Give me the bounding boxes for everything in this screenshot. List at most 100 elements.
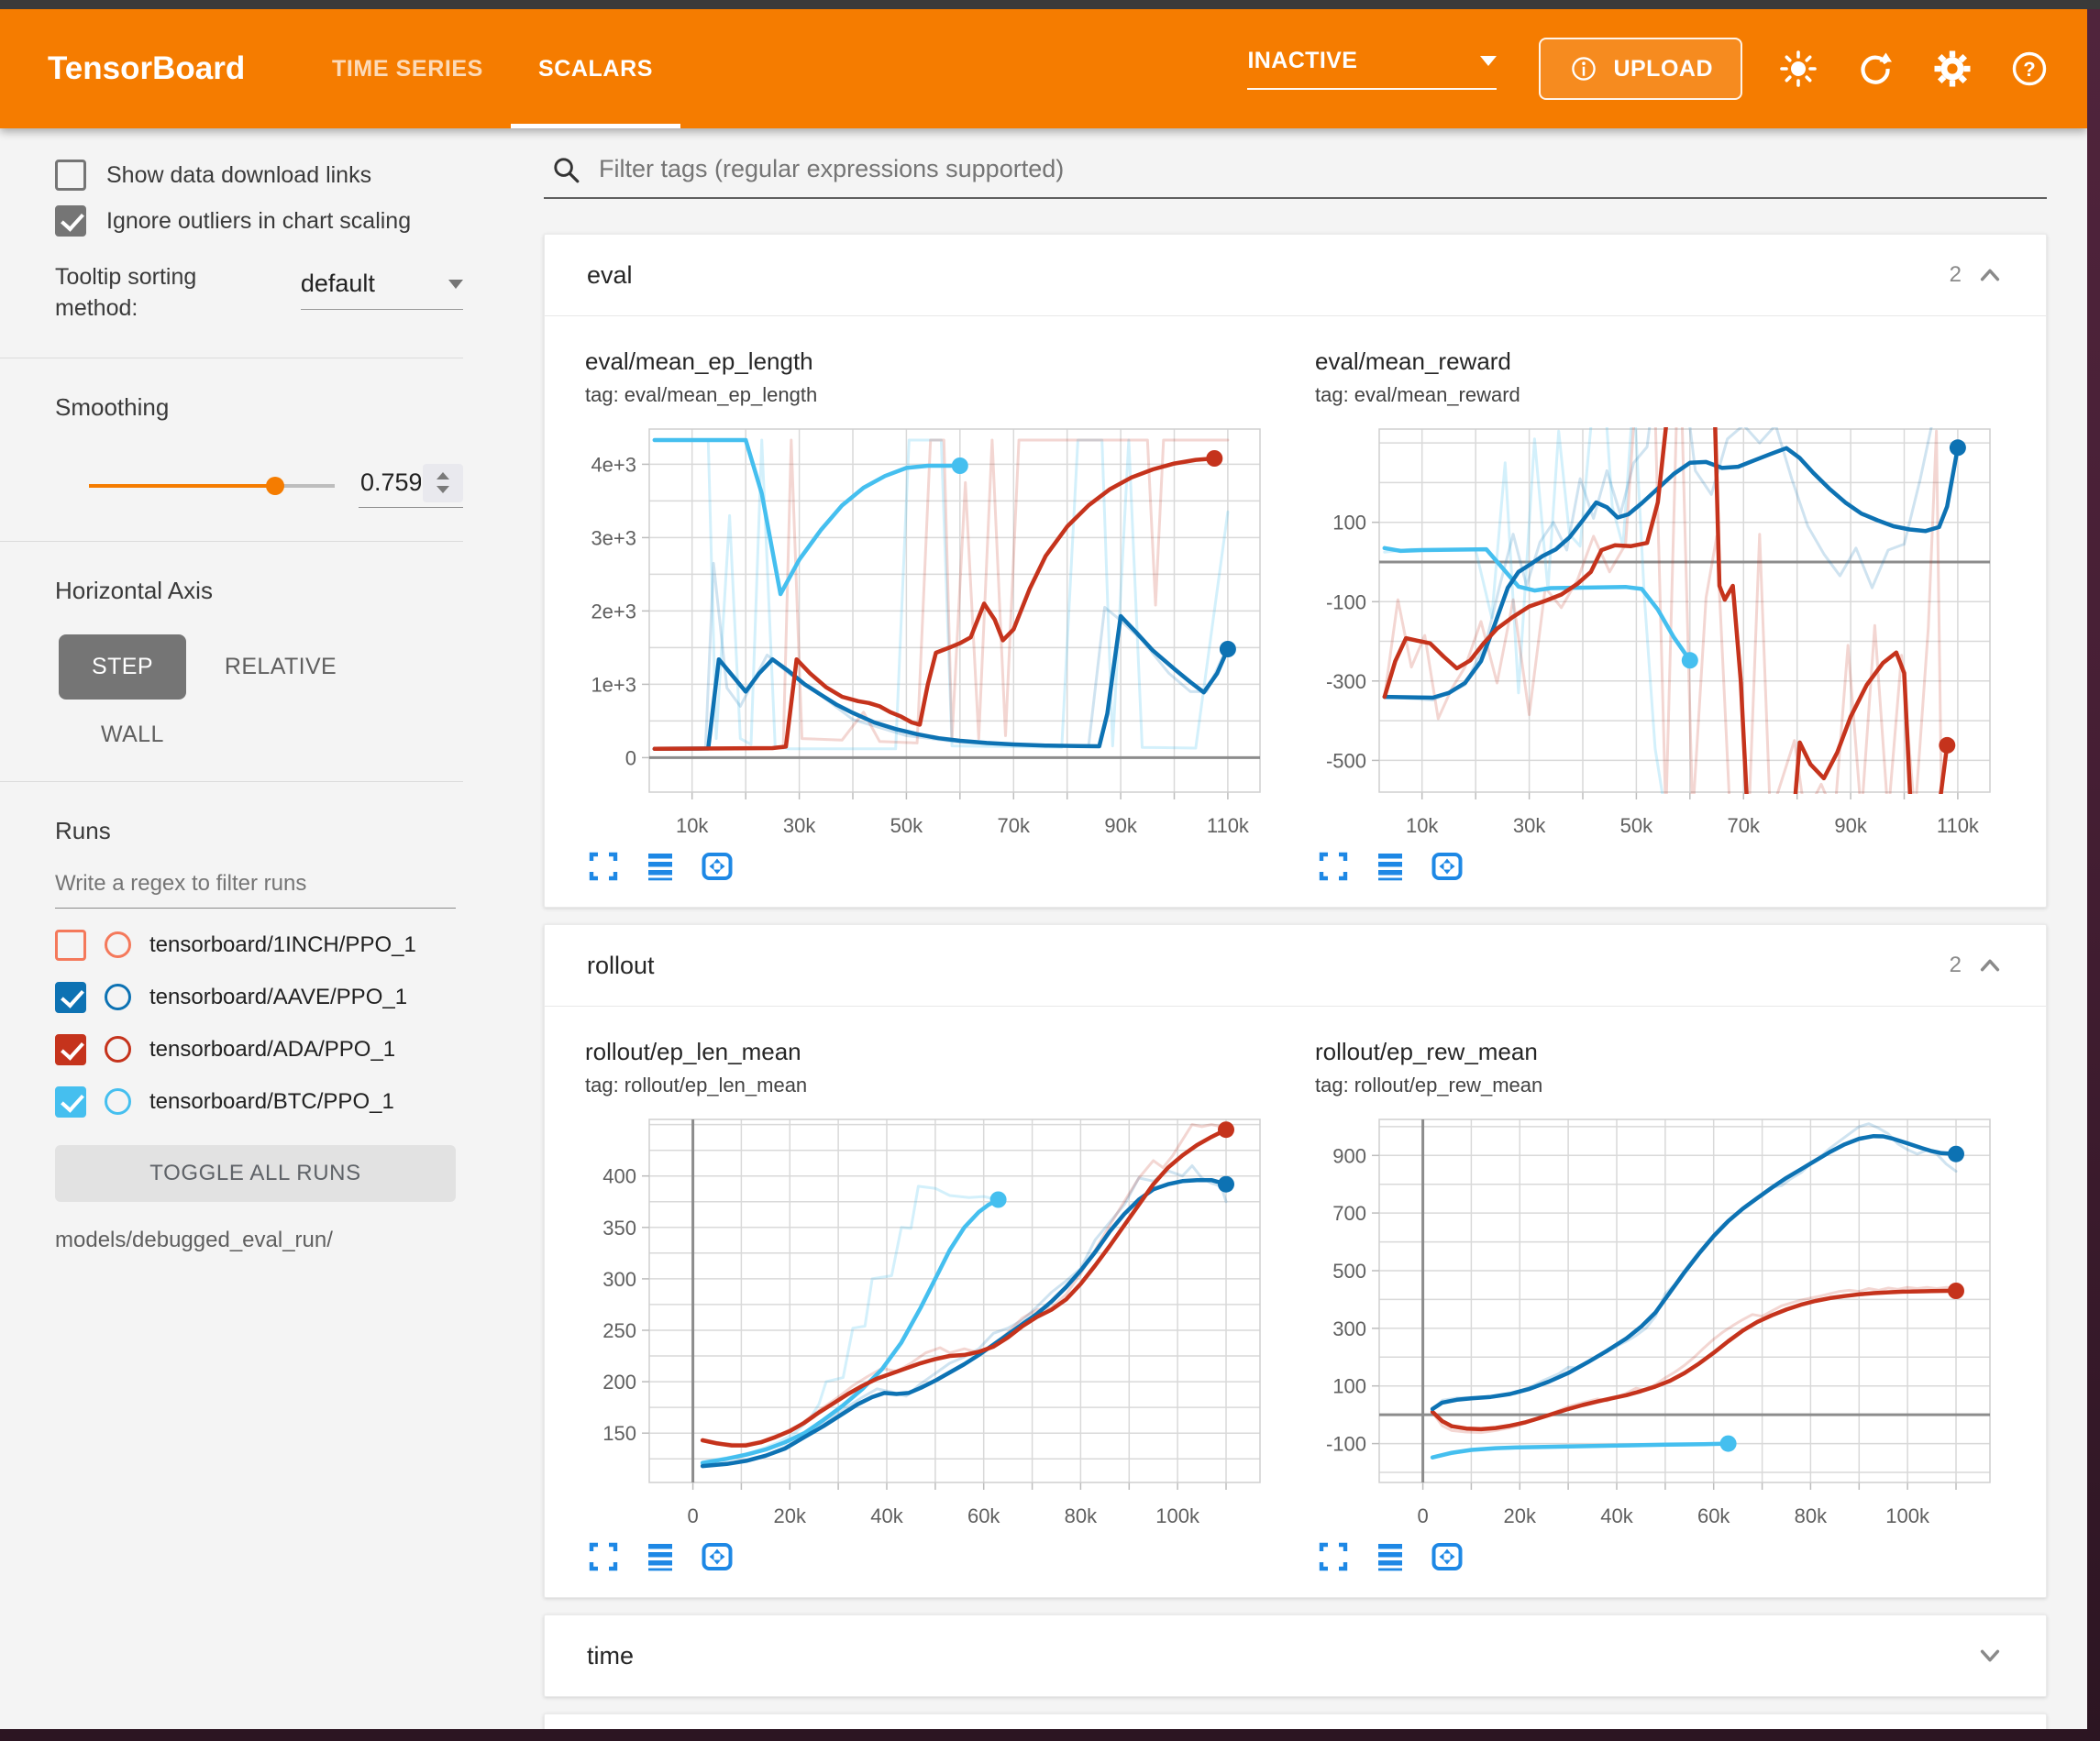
run-checkbox[interactable] <box>55 930 86 961</box>
chevron-down-icon <box>1480 56 1497 66</box>
svg-text:10k: 10k <box>1406 814 1439 837</box>
upload-button[interactable]: UPLOAD <box>1539 38 1742 100</box>
line-chart-plot[interactable]: 020k40k60k80k100k150200250300350400 <box>585 1105 1275 1540</box>
sidebar-divider <box>0 541 463 542</box>
svg-text:-100: -100 <box>1326 1433 1366 1456</box>
section-title: eval <box>587 261 633 290</box>
runs-filter-input[interactable] <box>55 871 456 909</box>
section-card-partial <box>544 1713 2047 1729</box>
run-checkbox[interactable] <box>55 1086 86 1118</box>
line-chart-plot[interactable]: 10k30k50k70k90k110k100-100-300-500 <box>1315 414 2005 850</box>
upload-button-label: UPLOAD <box>1613 56 1713 83</box>
filter-tags-input[interactable] <box>597 154 2047 184</box>
smoothing-value-input[interactable] <box>359 468 423 498</box>
svg-text:0: 0 <box>1417 1504 1428 1527</box>
chevron-down-icon[interactable] <box>1976 1643 2004 1669</box>
expand-chart-icon[interactable] <box>1317 850 1350 883</box>
show-download-links-checkbox[interactable] <box>55 160 86 191</box>
run-data-icon[interactable] <box>644 1540 677 1573</box>
chevron-up-icon[interactable] <box>1976 953 2004 978</box>
svg-text:10k: 10k <box>676 814 709 837</box>
ignore-outliers-checkbox[interactable] <box>55 205 86 237</box>
svg-text:4e+3: 4e+3 <box>591 453 636 476</box>
fit-domain-icon[interactable] <box>701 850 734 883</box>
run-color-ring <box>105 984 131 1010</box>
svg-text:0: 0 <box>687 1504 698 1527</box>
run-data-icon[interactable] <box>1374 850 1407 883</box>
svg-text:110k: 110k <box>1207 814 1250 837</box>
chart-toolbar <box>585 1540 1275 1573</box>
expand-chart-icon[interactable] <box>587 850 620 883</box>
status-dropdown[interactable]: INACTIVE <box>1247 48 1497 90</box>
svg-text:100k: 100k <box>1885 1504 1930 1527</box>
svg-text:40k: 40k <box>870 1504 903 1527</box>
settings-icon[interactable] <box>1931 48 1973 90</box>
section-header-eval[interactable]: eval 2 <box>545 235 2046 315</box>
tab-scalars[interactable]: SCALARS <box>511 9 680 128</box>
svg-text:50k: 50k <box>1620 814 1653 837</box>
run-row-1inch[interactable]: tensorboard/1INCH/PPO_1 <box>0 930 463 961</box>
runs-label: Runs <box>0 817 463 845</box>
run-row-btc[interactable]: tensorboard/BTC/PPO_1 <box>0 1086 463 1118</box>
settings-sidebar: Show data download links Ignore outliers… <box>0 128 463 1729</box>
svg-text:90k: 90k <box>1834 814 1867 837</box>
chart-title: eval/mean_reward <box>1315 347 2005 376</box>
smoothing-stepper[interactable] <box>423 464 463 502</box>
brightness-icon[interactable] <box>1777 48 1819 90</box>
stepper-up-icon[interactable] <box>437 472 449 479</box>
chevron-down-icon <box>448 280 463 289</box>
help-icon[interactable]: ? <box>2008 48 2050 90</box>
fit-domain-icon[interactable] <box>1431 850 1464 883</box>
axis-relative-button[interactable]: RELATIVE <box>221 646 340 688</box>
tooltip-sorting-select[interactable]: default <box>301 270 463 310</box>
desktop-top-edge <box>0 0 2100 9</box>
section-header-rollout[interactable]: rollout 2 <box>545 925 2046 1006</box>
svg-text:2e+3: 2e+3 <box>591 600 636 623</box>
smoothing-slider-thumb[interactable] <box>266 477 284 495</box>
fit-domain-icon[interactable] <box>701 1540 734 1573</box>
svg-text:70k: 70k <box>1728 814 1761 837</box>
info-icon <box>1568 53 1599 84</box>
run-name: tensorboard/1INCH/PPO_1 <box>149 932 416 958</box>
run-row-aave[interactable]: tensorboard/AAVE/PPO_1 <box>0 982 463 1013</box>
chart-tag: tag: rollout/ep_len_mean <box>585 1074 1275 1097</box>
line-chart-plot[interactable]: 020k40k60k80k100k900700500300100-100 <box>1315 1105 2005 1540</box>
svg-text:60k: 60k <box>1697 1504 1730 1527</box>
run-name: tensorboard/ADA/PPO_1 <box>149 1037 395 1063</box>
run-data-icon[interactable] <box>644 850 677 883</box>
section-count-badge: 2 <box>1950 953 1962 978</box>
chart-title: rollout/ep_rew_mean <box>1315 1038 2005 1066</box>
run-checkbox[interactable] <box>55 1034 86 1065</box>
svg-text:50k: 50k <box>890 814 923 837</box>
run-data-icon[interactable] <box>1374 1540 1407 1573</box>
fit-domain-icon[interactable] <box>1431 1540 1464 1573</box>
svg-text:80k: 80k <box>1065 1504 1098 1527</box>
axis-step-button[interactable]: STEP <box>59 634 186 700</box>
stepper-down-icon[interactable] <box>437 486 449 493</box>
section-card-eval: eval 2 eval/mean_ep_length tag: eval/mea… <box>544 234 2047 908</box>
svg-text:40k: 40k <box>1600 1504 1633 1527</box>
tab-time-series[interactable]: TIME SERIES <box>304 9 511 128</box>
svg-text:350: 350 <box>602 1217 636 1240</box>
app-header: TensorBoard TIME SERIES SCALARS INACTIVE… <box>0 9 2087 128</box>
run-checkbox[interactable] <box>55 982 86 1013</box>
line-chart-plot[interactable]: 10k30k50k70k90k110k01e+32e+33e+34e+3 <box>585 414 1275 850</box>
chart-toolbar <box>1315 850 2005 883</box>
chart-toolbar <box>1315 1540 2005 1573</box>
expand-chart-icon[interactable] <box>587 1540 620 1573</box>
chevron-up-icon[interactable] <box>1976 262 2004 288</box>
section-header-time[interactable]: time <box>545 1615 2046 1696</box>
smoothing-slider[interactable] <box>89 476 335 496</box>
dashboard-main: eval 2 eval/mean_ep_length tag: eval/mea… <box>463 128 2087 1729</box>
svg-text:700: 700 <box>1332 1202 1366 1225</box>
run-row-ada[interactable]: tensorboard/ADA/PPO_1 <box>0 1034 463 1065</box>
svg-text:100: 100 <box>1332 512 1366 534</box>
svg-text:3e+3: 3e+3 <box>591 526 636 549</box>
svg-text:110k: 110k <box>1937 814 1980 837</box>
svg-text:80k: 80k <box>1795 1504 1828 1527</box>
axis-wall-button[interactable]: WALL <box>97 714 168 755</box>
toggle-all-runs-button[interactable]: TOGGLE ALL RUNS <box>55 1145 456 1202</box>
svg-text:20k: 20k <box>774 1504 807 1527</box>
refresh-icon[interactable] <box>1854 48 1896 90</box>
expand-chart-icon[interactable] <box>1317 1540 1350 1573</box>
